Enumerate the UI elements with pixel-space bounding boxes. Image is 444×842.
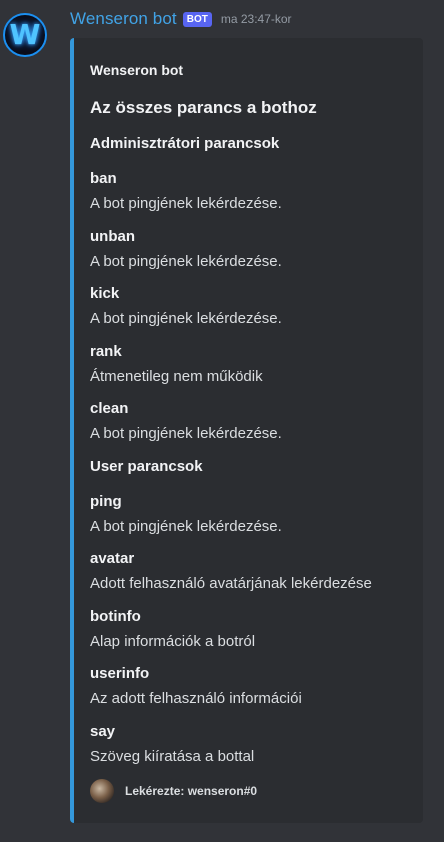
field-name: unban: [90, 228, 135, 245]
section-heading-admin: Adminisztrátori parancsok: [90, 135, 280, 152]
field-value: A bot pingjének lekérdezése.: [90, 195, 282, 212]
field-value: A bot pingjének lekérdezése.: [90, 518, 282, 535]
footer-user-avatar: [90, 779, 114, 803]
field-value: A bot pingjének lekérdezése.: [90, 310, 282, 327]
field-name: botinfo: [90, 608, 141, 625]
username[interactable]: Wenseron bot: [70, 9, 177, 29]
field-name: ping: [90, 493, 122, 510]
field-name: say: [90, 723, 116, 740]
field-name: rank: [90, 343, 122, 360]
field-name: userinfo: [90, 665, 150, 682]
field-value: Az adott felhasználó információi: [90, 690, 302, 707]
field-name: ban: [90, 170, 117, 187]
message-header: Wenseron bot BOT ma 23:47-kor: [70, 9, 292, 29]
footer-text: Lekérezte: wenseron#0: [125, 784, 258, 798]
field-value: A bot pingjének lekérdezése.: [90, 425, 282, 442]
section-heading-user: User parancsok: [90, 458, 203, 475]
field-value: Alap információk a botról: [90, 633, 256, 650]
field-value: Átmenetileg nem működik: [90, 368, 263, 385]
avatar-logo-letter: W: [9, 18, 41, 51]
field-name: clean: [90, 400, 129, 417]
field-value: Adott felhasználó avatárjának lekérdezés…: [90, 575, 372, 592]
field-name: kick: [90, 285, 120, 302]
embed-footer: Lekérezte: wenseron#0: [90, 779, 257, 803]
embed-author: Wenseron bot: [90, 62, 184, 78]
bot-avatar[interactable]: W: [3, 13, 47, 57]
field-name: avatar: [90, 550, 135, 567]
bot-badge: BOT: [182, 11, 212, 27]
field-value: A bot pingjének lekérdezése.: [90, 253, 282, 270]
timestamp[interactable]: ma 23:47-kor: [221, 12, 292, 26]
chat-message: W Wenseron bot BOT ma 23:47-kor Wenseron…: [0, 0, 444, 842]
field-value: Szöveg kiíratása a bottal: [90, 748, 255, 765]
embed-title: Az összes parancs a bothoz: [90, 98, 317, 117]
embed-card: Wenseron bot Az összes parancs a bothoz …: [70, 38, 423, 823]
